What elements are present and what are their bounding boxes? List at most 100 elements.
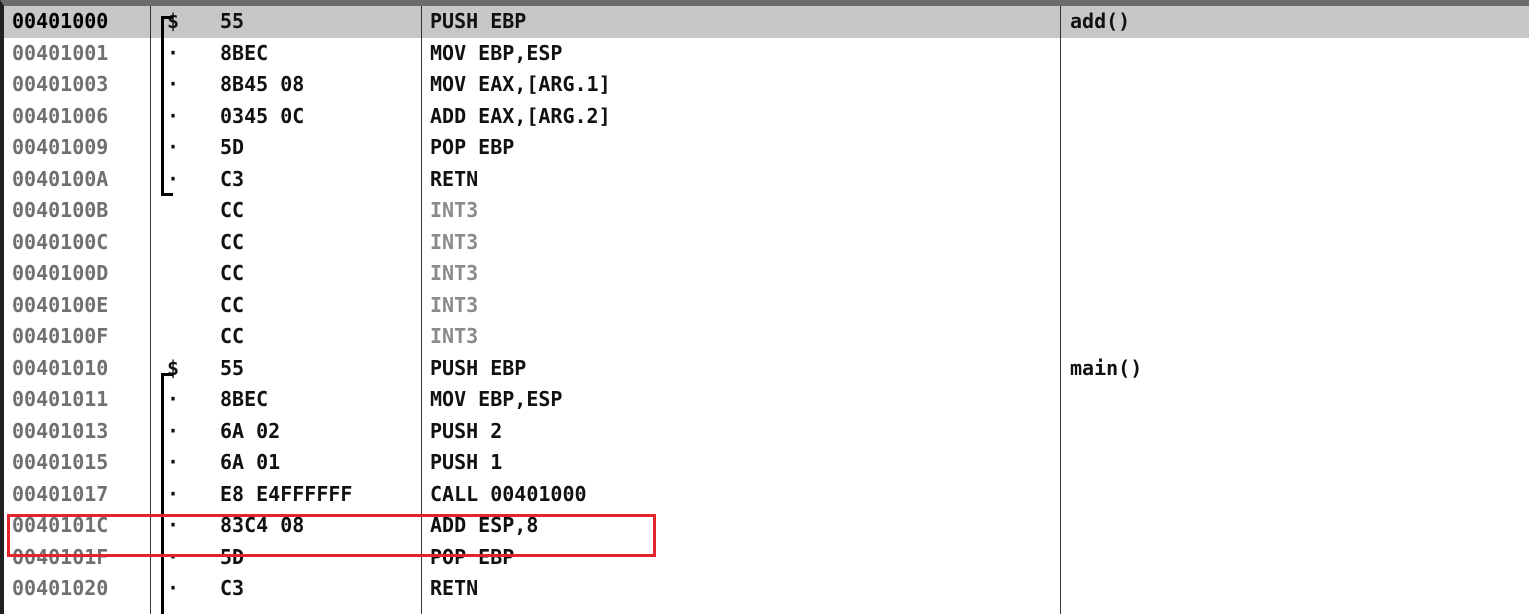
disasm-row[interactable]: 00401011 · 8BEC MOV EBP,ESP [4,384,1529,416]
address-cell: 00401017 [12,481,109,506]
disasm-row[interactable]: 0040100E CC INT3 [4,290,1529,322]
instruction-cell: PUSH 2 [430,418,503,443]
comment-cell [1070,164,1510,196]
hex-dump-cell: 55 [220,355,245,380]
marker-cell: · [167,166,180,191]
marker-cell: · [167,513,180,537]
comment-cell [1070,321,1510,353]
address-cell: 00401000 [12,9,109,33]
comment-cell: main() [1070,355,1143,380]
address-cell: 0040100D [12,261,109,285]
instruction-cell: PUSH 1 [430,450,503,474]
instruction-cell: RETN [430,166,479,191]
hex-dump-cell: 6A 01 [220,450,281,474]
address-cell: 0040100B [12,198,109,222]
hex-dump-cell: 6A 02 [220,418,281,443]
hex-dump-cell: 83C4 08 [220,513,305,537]
marker-cell: · [167,481,180,506]
comment-cell [1070,510,1510,542]
hex-dump-cell: 8B45 08 [220,72,305,96]
disasm-row[interactable]: 00401006 · 0345 0C ADD EAX,[ARG.2] [4,101,1529,133]
address-cell: 00401015 [12,450,109,474]
disasm-row[interactable]: 00401000 $55 PUSH EBP add() [4,6,1529,38]
comment-cell [1070,290,1510,322]
column-divider-address[interactable] [150,6,151,614]
procedure-bracket-main [161,373,173,614]
address-cell: 00401006 [12,103,109,128]
disasm-row[interactable]: 0040100A · C3 RETN [4,164,1529,196]
comment-cell [1070,573,1510,605]
hex-dump-cell: C3 [220,576,245,600]
comment-cell [1070,384,1510,416]
disasm-row[interactable]: 00401015 · 6A 01 PUSH 1 [4,447,1529,479]
comment-cell [1070,38,1510,70]
disasm-row[interactable]: 00401001 · 8BEC MOV EBP,ESP [4,38,1529,70]
bracket-top [161,16,173,19]
comment-cell [1070,132,1510,164]
address-cell: 0040100A [12,166,109,191]
hex-dump-cell: CC [220,229,245,254]
disasm-row[interactable]: 00401003 · 8B45 08 MOV EAX,[ARG.1] [4,69,1529,101]
instruction-cell: MOV EBP,ESP [430,387,563,411]
bracket-bottom [161,193,173,196]
address-cell: 00401009 [12,135,109,159]
comment-cell [1070,195,1510,227]
hex-dump-cell: 55 [220,9,245,33]
instruction-cell: MOV EAX,[ARG.1] [430,72,611,96]
comment-cell: add() [1070,9,1131,33]
marker-cell: $ [167,9,180,33]
instruction-cell: INT3 [430,198,479,222]
hex-dump-cell: 5D [220,544,245,569]
instruction-cell: MOV EBP,ESP [430,40,563,65]
disasm-row[interactable]: 0040100B CC INT3 [4,195,1529,227]
hex-dump-cell: CC [220,324,245,348]
disasm-row[interactable]: 0040100D CC INT3 [4,258,1529,290]
marker-cell [167,258,207,290]
address-cell: 00401003 [12,72,109,96]
comment-cell [1070,479,1510,511]
column-divider-hex[interactable] [421,6,422,614]
disasm-row[interactable]: 00401013 · 6A 02 PUSH 2 [4,416,1529,448]
marker-cell: · [167,103,180,128]
instruction-cell: INT3 [430,261,479,285]
comment-cell [1070,258,1510,290]
instruction-cell: PUSH EBP [430,355,527,380]
procedure-bracket-add [161,16,173,196]
instruction-cell: ADD EAX,[ARG.2] [430,103,611,128]
bracket-top [161,373,173,376]
marker-cell [167,321,207,353]
comment-cell [1070,416,1510,448]
disasm-row[interactable]: 0040100F CC INT3 [4,321,1529,353]
hex-dump-cell: C3 [220,166,245,191]
disasm-row[interactable]: 00401020 · C3 RETN [4,573,1529,605]
comment-cell [1070,101,1510,133]
instruction-cell: INT3 [430,229,479,254]
comment-cell [1070,227,1510,259]
marker-cell: · [167,72,180,96]
marker-cell: · [167,387,180,411]
hex-dump-cell: CC [220,198,245,222]
address-cell: 00401011 [12,387,109,411]
address-cell: 00401013 [12,418,109,443]
marker-cell: · [167,544,180,569]
disassembly-pane[interactable]: 00401000 $55 PUSH EBP add() 00401001 · 8BEC MOV… [0,0,1529,614]
instruction-cell: POP EBP [430,544,515,569]
hex-dump-cell: 8BEC [220,387,269,411]
instruction-cell: CALL 00401000 [430,481,587,506]
comment-cell [1070,69,1510,101]
disasm-row[interactable]: 00401009 · 5D POP EBP [4,132,1529,164]
disasm-row[interactable]: 00401017 · E8 E4FFFFFF CALL 00401000 [4,479,1529,511]
address-cell: 0040101C [12,513,109,537]
instruction-cell: INT3 [430,324,479,348]
disasm-row[interactable]: 0040100C CC INT3 [4,227,1529,259]
address-cell: 00401010 [12,355,109,380]
address-cell: 0040101F [12,544,109,569]
column-divider-disasm[interactable] [1060,6,1061,614]
hex-dump-cell: CC [220,292,245,317]
disasm-row[interactable]: 0040101F · 5D POP EBP [4,542,1529,574]
disasm-row[interactable]: 00401010 $55 PUSH EBP main() [4,353,1529,385]
marker-cell: $ [167,355,180,380]
marker-cell [167,195,207,227]
disasm-row-highlighted[interactable]: 0040101C · 83C4 08 ADD ESP,8 [4,510,1529,542]
hex-dump-cell: CC [220,261,245,285]
